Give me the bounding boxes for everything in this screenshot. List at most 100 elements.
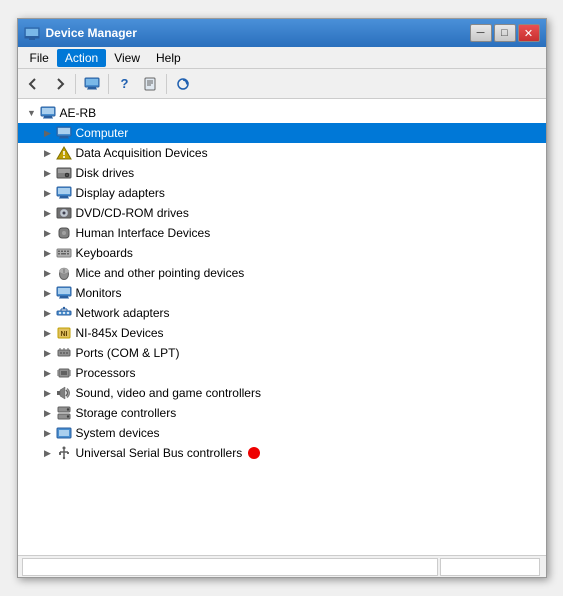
- computer-icon: [56, 125, 72, 141]
- toolbar-separator-2: [108, 74, 109, 94]
- tree-node-dvd[interactable]: ▶ DVD/CD-ROM drives: [18, 203, 546, 223]
- usb-icon: [56, 445, 72, 461]
- expand-icon-network: ▶: [40, 305, 56, 321]
- window-controls: ─ □ ✕: [470, 24, 540, 42]
- tree-node-ni845x[interactable]: ▶ NI NI-845x Devices: [18, 323, 546, 343]
- ni845x-label: NI-845x Devices: [76, 326, 164, 340]
- usb-label: Universal Serial Bus controllers: [76, 446, 243, 460]
- menu-help[interactable]: Help: [148, 49, 189, 67]
- computer-label: Computer: [76, 126, 129, 140]
- computer-view-icon: [84, 77, 100, 91]
- svg-text:NI: NI: [60, 331, 67, 338]
- daq-icon: [56, 145, 72, 161]
- display-label: Display adapters: [76, 186, 165, 200]
- menu-action[interactable]: Action: [57, 49, 106, 67]
- expand-icon-mice: ▶: [40, 265, 56, 281]
- properties-icon: [143, 77, 157, 91]
- dvd-label: DVD/CD-ROM drives: [76, 206, 189, 220]
- status-pane-1: [22, 558, 438, 576]
- tree-node-ports[interactable]: ▶ Ports (COM & LPT): [18, 343, 546, 363]
- window-icon: [24, 25, 40, 41]
- tree-node-system[interactable]: ▶ System devices: [18, 423, 546, 443]
- keyboard-label: Keyboards: [76, 246, 133, 260]
- processors-label: Processors: [76, 366, 136, 380]
- maximize-button[interactable]: □: [494, 24, 516, 42]
- expand-icon-display: ▶: [40, 185, 56, 201]
- back-button[interactable]: [22, 72, 46, 96]
- tree-node-daq[interactable]: ▶ Data Acquisition Devices: [18, 143, 546, 163]
- expand-icon-storage: ▶: [40, 405, 56, 421]
- update-button[interactable]: [171, 72, 195, 96]
- tree-node-hid[interactable]: ▶ Human Interface Devices: [18, 223, 546, 243]
- tree-node-storage[interactable]: ▶ Storage controllers: [18, 403, 546, 423]
- expand-icon-monitors: ▶: [40, 285, 56, 301]
- menu-bar: File Action View Help: [18, 47, 546, 69]
- expand-icon-usb: ▶: [40, 445, 56, 461]
- properties-button[interactable]: [138, 72, 162, 96]
- expand-icon-computer: ▶: [40, 125, 56, 141]
- error-indicator: [248, 447, 260, 459]
- mice-icon: [56, 265, 72, 281]
- toolbar-separator-1: [75, 74, 76, 94]
- hid-label: Human Interface Devices: [76, 226, 211, 240]
- system-icon: [56, 425, 72, 441]
- tree-node-sound[interactable]: ▶ Sound, video and game controllers: [18, 383, 546, 403]
- tree-node-usb[interactable]: ▶ Universal Serial Bus controllers: [18, 443, 546, 463]
- daq-label: Data Acquisition Devices: [76, 146, 208, 160]
- menu-view[interactable]: View: [106, 49, 148, 67]
- window-title: Device Manager: [46, 26, 470, 40]
- dvd-icon: [56, 205, 72, 221]
- ports-icon: [56, 345, 72, 361]
- tree-node-mice[interactable]: ▶ Mice and other pointing devices: [18, 263, 546, 283]
- close-button[interactable]: ✕: [518, 24, 540, 42]
- hid-icon: [56, 225, 72, 241]
- tree-node-disk[interactable]: ▶ Disk drives: [18, 163, 546, 183]
- tree-node-network[interactable]: ▶ Network adapters: [18, 303, 546, 323]
- ni845x-icon: NI: [56, 325, 72, 341]
- processors-icon: [56, 365, 72, 381]
- menu-file[interactable]: File: [22, 49, 57, 67]
- device-manager-window: Device Manager ─ □ ✕ File Action View He…: [17, 18, 547, 578]
- computer-view-button[interactable]: [80, 72, 104, 96]
- sound-label: Sound, video and game controllers: [76, 386, 261, 400]
- status-pane-2: [440, 558, 540, 576]
- expand-icon-hid: ▶: [40, 225, 56, 241]
- system-label: System devices: [76, 426, 160, 440]
- tree-node-root[interactable]: ▼ AE-RB: [18, 103, 546, 123]
- toolbar: ?: [18, 69, 546, 99]
- status-bar: [18, 555, 546, 577]
- back-icon: [27, 77, 41, 91]
- forward-button[interactable]: [47, 72, 71, 96]
- tree-node-computer[interactable]: ▶ Computer: [18, 123, 546, 143]
- display-icon: [56, 185, 72, 201]
- expand-icon-system: ▶: [40, 425, 56, 441]
- tree-node-keyboard[interactable]: ▶ Keyboards: [18, 243, 546, 263]
- tree-node-display[interactable]: ▶ Display adapters: [18, 183, 546, 203]
- mice-label: Mice and other pointing devices: [76, 266, 245, 280]
- expand-icon-dvd: ▶: [40, 205, 56, 221]
- tree-node-processors[interactable]: ▶ Processors: [18, 363, 546, 383]
- tree-node-monitors[interactable]: ▶ Monitors: [18, 283, 546, 303]
- device-tree[interactable]: ▼ AE-RB ▶: [18, 99, 546, 555]
- expand-icon-sound: ▶: [40, 385, 56, 401]
- expand-icon-ports: ▶: [40, 345, 56, 361]
- help-button[interactable]: ?: [113, 72, 137, 96]
- expand-icon-daq: ▶: [40, 145, 56, 161]
- keyboard-icon: [56, 245, 72, 261]
- computer-node-icon: [40, 105, 56, 121]
- ports-label: Ports (COM & LPT): [76, 346, 180, 360]
- title-bar: Device Manager ─ □ ✕: [18, 19, 546, 47]
- sound-icon: [56, 385, 72, 401]
- help-icon: ?: [121, 76, 129, 91]
- expand-icon-root: ▼: [24, 105, 40, 121]
- network-icon: [56, 305, 72, 321]
- expand-icon-ni845x: ▶: [40, 325, 56, 341]
- expand-icon-keyboard: ▶: [40, 245, 56, 261]
- expand-icon-disk: ▶: [40, 165, 56, 181]
- storage-icon: [56, 405, 72, 421]
- storage-label: Storage controllers: [76, 406, 177, 420]
- disk-icon: [56, 165, 72, 181]
- monitors-icon: [56, 285, 72, 301]
- toolbar-separator-3: [166, 74, 167, 94]
- minimize-button[interactable]: ─: [470, 24, 492, 42]
